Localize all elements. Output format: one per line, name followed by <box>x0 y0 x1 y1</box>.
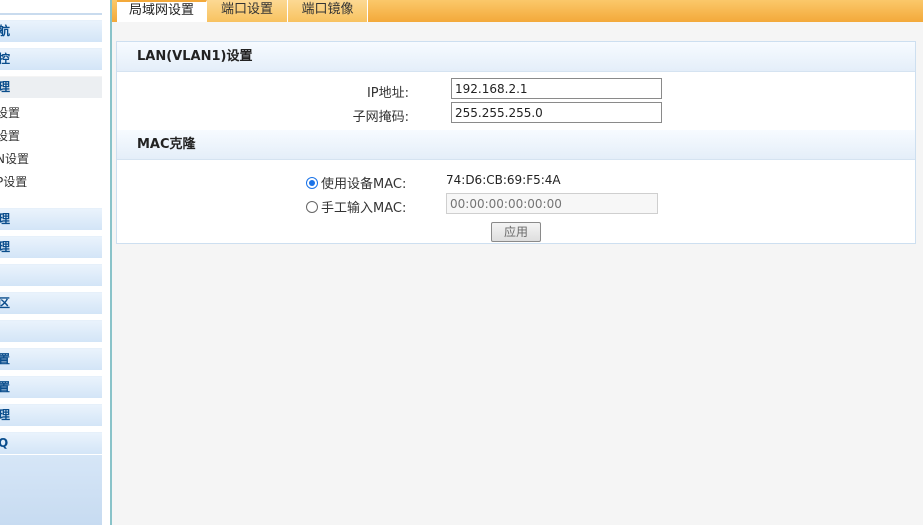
sidebar-item-6[interactable] <box>0 264 102 286</box>
sidebar-item-label: 理 <box>0 212 11 226</box>
apply-button[interactable]: 应用 <box>491 222 541 242</box>
sidebar-item-monitor[interactable]: 控 <box>0 48 102 70</box>
sidebar-subitem-wan[interactable]: 设置 <box>0 126 102 146</box>
sidebar-bottom-fill <box>0 455 102 525</box>
sidebar-item-navigation[interactable]: 航 <box>0 20 102 42</box>
manual-mac-option[interactable]: 手工输入MAC: <box>306 197 406 216</box>
sidebar-item-label: 航 <box>0 24 11 38</box>
sidebar-top-divider <box>0 13 102 15</box>
use-device-mac-radio[interactable] <box>306 177 318 189</box>
use-device-mac-option[interactable]: 使用设备MAC: <box>306 173 406 192</box>
sidebar-item-label: 置 <box>0 380 11 394</box>
sidebar-item-label: 区 <box>0 296 11 310</box>
sidebar-item-5[interactable]: 理 <box>0 236 102 258</box>
ip-address-input[interactable] <box>451 78 662 99</box>
sidebar-item-11[interactable]: 理 <box>0 404 102 426</box>
sidebar-subitem-vlan[interactable]: N设置 <box>0 149 102 169</box>
manual-mac-input[interactable] <box>446 193 658 214</box>
sidebar-item-label: Q <box>0 436 9 450</box>
tab-port-settings[interactable]: 端口设置 <box>207 0 288 22</box>
tab-bar: 局域网设置 端口设置 端口镜像 <box>112 0 923 22</box>
sidebar-item-label: 控 <box>0 52 11 66</box>
sidebar-item-label: 置 <box>0 352 11 366</box>
device-mac-value: 74:D6:CB:69:F5:4A <box>446 173 561 187</box>
subnet-mask-label: 子网掩码: <box>352 110 409 125</box>
use-device-mac-label: 使用设备MAC: <box>321 177 407 192</box>
mac-clone-section-title: MAC克隆 <box>117 130 915 160</box>
sidebar-item-10[interactable]: 置 <box>0 376 102 398</box>
sidebar-item-7[interactable]: 区 <box>0 292 102 314</box>
sidebar-subitem-label: 设置 <box>0 129 21 143</box>
tab-lan-settings[interactable]: 局域网设置 <box>117 0 207 22</box>
sidebar-subitem-dhcp[interactable]: P设置 <box>0 172 102 192</box>
sidebar-item-label: 理 <box>0 80 11 94</box>
ip-address-label: IP地址: <box>366 86 409 101</box>
subnet-mask-input[interactable] <box>451 102 662 123</box>
sidebar-subitem-label: N设置 <box>0 152 29 166</box>
settings-panel: LAN(VLAN1)设置 IP地址: 子网掩码: MAC克隆 使用设备MAC: … <box>116 41 916 244</box>
lan-section-title: LAN(VLAN1)设置 <box>117 42 915 72</box>
manual-mac-radio[interactable] <box>306 201 318 213</box>
sidebar-item-faq[interactable]: Q <box>0 432 102 454</box>
sidebar: 航 控 理 设置 设置 N设置 P设置 理 理 区 置 置 理 Q <box>0 0 102 525</box>
sidebar-subitem-label: 设置 <box>0 106 21 120</box>
sidebar-item-9[interactable]: 置 <box>0 348 102 370</box>
tab-port-mirror[interactable]: 端口镜像 <box>288 0 368 22</box>
sidebar-subitem-label: P设置 <box>0 175 28 189</box>
sidebar-item-4[interactable]: 理 <box>0 208 102 230</box>
sidebar-item-label: 理 <box>0 408 11 422</box>
sidebar-item-network-management[interactable]: 理 <box>0 76 102 98</box>
sidebar-subitem-lan[interactable]: 设置 <box>0 103 102 123</box>
sidebar-item-label: 理 <box>0 240 11 254</box>
sidebar-item-8[interactable] <box>0 320 102 342</box>
manual-mac-label: 手工输入MAC: <box>321 201 407 216</box>
main-content: 局域网设置 端口设置 端口镜像 LAN(VLAN1)设置 IP地址: 子网掩码:… <box>112 0 923 525</box>
